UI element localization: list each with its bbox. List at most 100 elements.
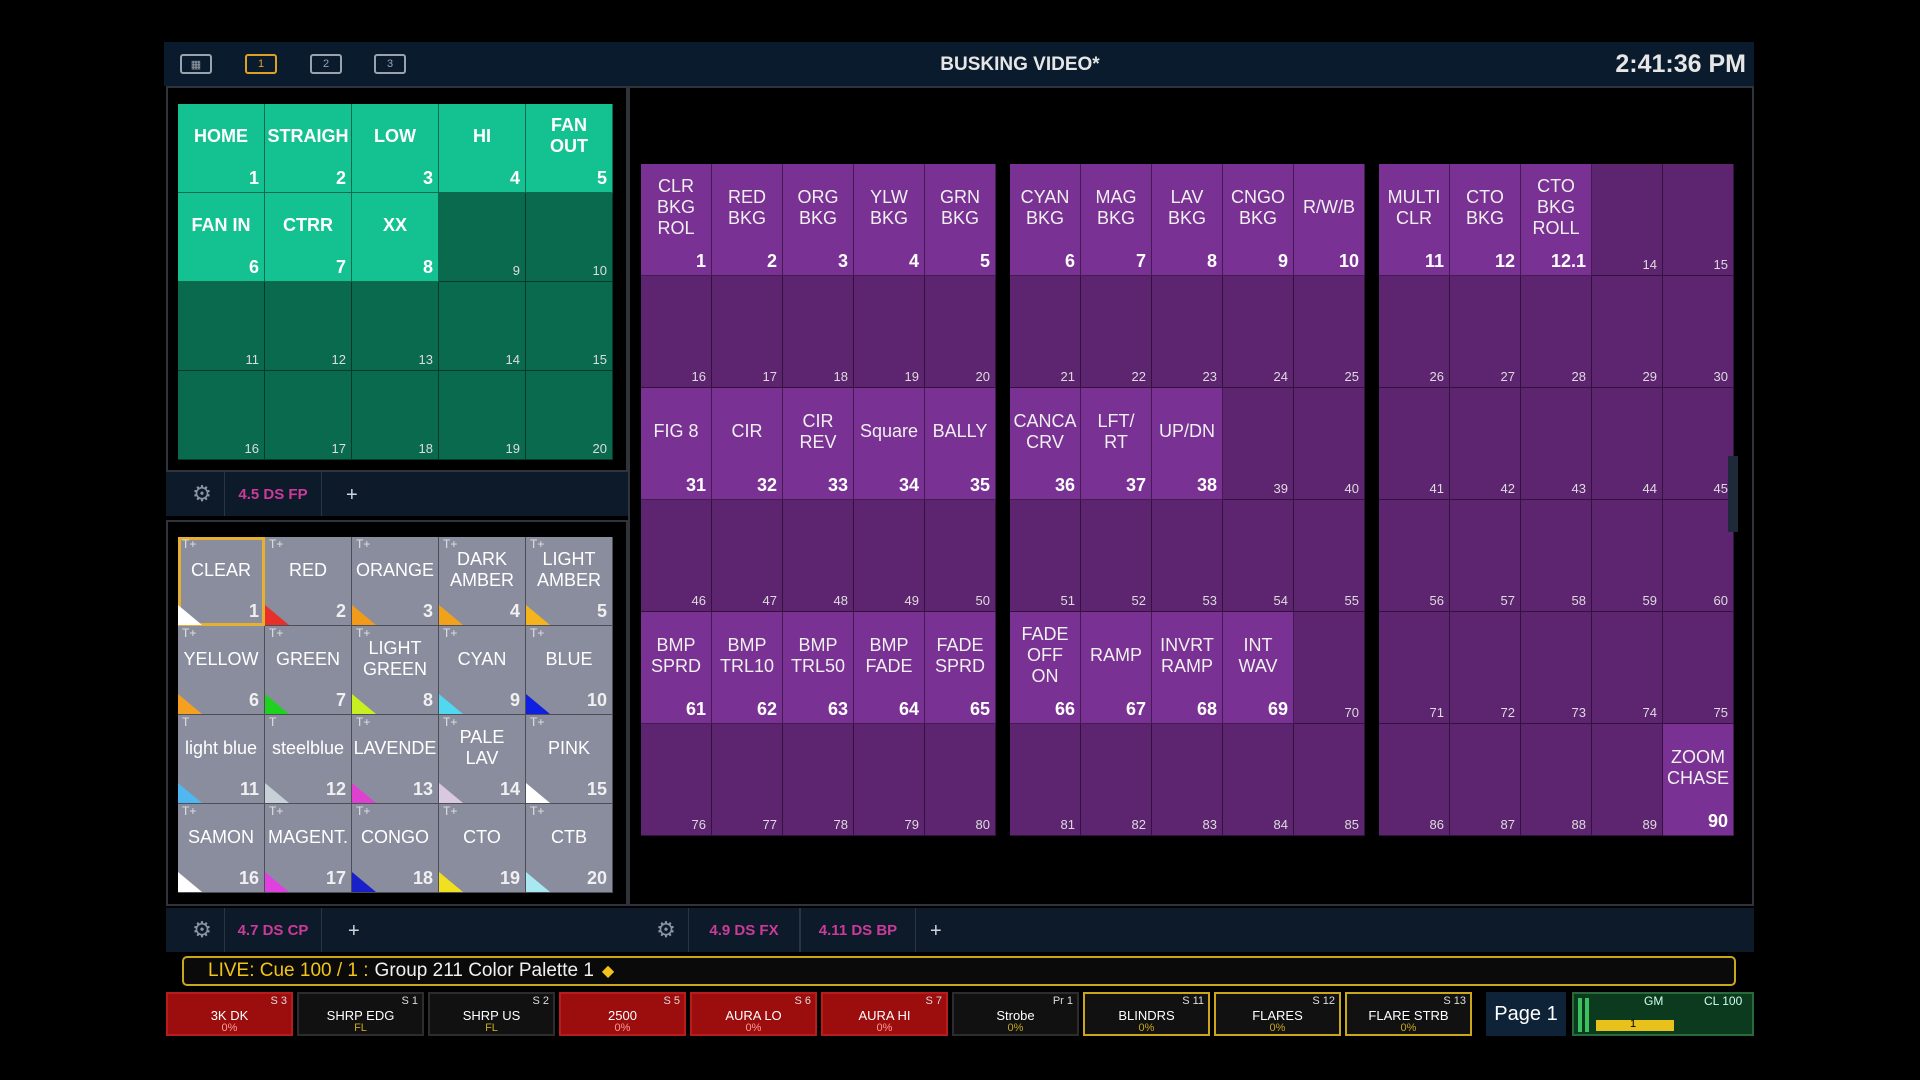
effect-tile[interactable]: 88 <box>1521 724 1592 836</box>
focus-palette-tile[interactable]: 10 <box>526 193 613 282</box>
submaster-fader[interactable]: S 1 SHRP EDG FL <box>297 992 424 1036</box>
effect-tile[interactable]: 18 <box>783 276 854 388</box>
effect-tile[interactable]: 80 <box>925 724 996 836</box>
effect-tile[interactable]: 22 <box>1081 276 1152 388</box>
focus-palette-tile[interactable]: CTRR 7 <box>265 193 352 282</box>
effect-tile[interactable]: BMP SPRD 61 <box>641 612 712 724</box>
color-palette-tile[interactable]: T+ SAMON 16 <box>178 804 265 893</box>
tab-beam-palettes[interactable]: 4.11 DS BP <box>800 908 916 952</box>
gear-icon[interactable]: ⚙ <box>652 916 680 944</box>
effect-tile[interactable]: 73 <box>1521 612 1592 724</box>
effect-tile[interactable]: 60 <box>1663 500 1734 612</box>
effect-tile[interactable]: INT WAV 69 <box>1223 612 1294 724</box>
tab-color-palettes[interactable]: 4.7 DS CP <box>224 908 322 952</box>
effect-tile[interactable]: 24 <box>1223 276 1294 388</box>
effect-tile[interactable]: 19 <box>854 276 925 388</box>
effect-tile[interactable]: MAG BKG 7 <box>1081 164 1152 276</box>
focus-palette-tile[interactable]: LOW 3 <box>352 104 439 193</box>
effect-tile[interactable]: 53 <box>1152 500 1223 612</box>
effect-tile[interactable]: CTO BKG ROLL 12.1 <box>1521 164 1592 276</box>
effect-tile[interactable]: 26 <box>1379 276 1450 388</box>
effect-tile[interactable]: 84 <box>1223 724 1294 836</box>
effect-tile[interactable]: R/W/B 10 <box>1294 164 1365 276</box>
tab-focus-palettes[interactable]: 4.5 DS FP <box>224 472 322 516</box>
effect-tile[interactable]: 77 <box>712 724 783 836</box>
effect-tile[interactable]: 81 <box>1010 724 1081 836</box>
focus-palette-tile[interactable]: HOME 1 <box>178 104 265 193</box>
effect-tile[interactable]: CIR 32 <box>712 388 783 500</box>
color-palette-tile[interactable]: T+ LIGHT AMBER 5 <box>526 537 613 626</box>
effect-tile[interactable]: 79 <box>854 724 925 836</box>
color-palette-tile[interactable]: T+ CONGO 18 <box>352 804 439 893</box>
effect-tile[interactable]: 52 <box>1081 500 1152 612</box>
effect-tile[interactable]: 83 <box>1152 724 1223 836</box>
effect-tile[interactable]: 20 <box>925 276 996 388</box>
effect-tile[interactable]: LAV BKG 8 <box>1152 164 1223 276</box>
submaster-fader[interactable]: S 7 AURA HI 0% <box>821 992 948 1036</box>
effect-tile[interactable]: 82 <box>1081 724 1152 836</box>
submaster-fader[interactable]: S 11 BLINDRS 0% <box>1083 992 1210 1036</box>
effect-tile[interactable]: MULTI CLR 11 <box>1379 164 1450 276</box>
submaster-fader[interactable]: S 13 FLARE STRB 0% <box>1345 992 1472 1036</box>
effect-tile[interactable]: 39 <box>1223 388 1294 500</box>
focus-palette-tile[interactable]: 13 <box>352 282 439 371</box>
submaster-fader[interactable]: Pr 1 Strobe 0% <box>952 992 1079 1036</box>
color-palette-tile[interactable]: T+ BLUE 10 <box>526 626 613 715</box>
add-tab-button[interactable]: + <box>348 920 360 943</box>
effect-tile[interactable]: 14 <box>1592 164 1663 276</box>
effect-tile[interactable]: 46 <box>641 500 712 612</box>
tab-effects[interactable]: 4.9 DS FX <box>688 908 800 952</box>
effect-tile[interactable]: 49 <box>854 500 925 612</box>
effect-tile[interactable]: UP/DN 38 <box>1152 388 1223 500</box>
layout-grid-icon[interactable]: ▦ <box>180 54 212 74</box>
effect-tile[interactable]: CYAN BKG 6 <box>1010 164 1081 276</box>
focus-palette-tile[interactable]: 16 <box>178 371 265 460</box>
focus-palette-tile[interactable]: FAN IN 6 <box>178 193 265 282</box>
workspace-tab-2[interactable]: 2 <box>310 54 342 74</box>
effect-tile[interactable]: 70 <box>1294 612 1365 724</box>
effect-tile[interactable]: FIG 8 31 <box>641 388 712 500</box>
color-palette-tile[interactable]: T+ DARK AMBER 4 <box>439 537 526 626</box>
effect-tile[interactable]: ZOOM CHASE 90 <box>1663 724 1734 836</box>
color-palette-tile[interactable]: Tlight blue 11 <box>178 715 265 804</box>
effect-tile[interactable]: RAMP 67 <box>1081 612 1152 724</box>
effect-tile[interactable]: LFT/ RT 37 <box>1081 388 1152 500</box>
color-palette-tile[interactable]: T+ CTO 19 <box>439 804 526 893</box>
effect-tile[interactable]: 51 <box>1010 500 1081 612</box>
submaster-fader[interactable]: S 5 2500 0% <box>559 992 686 1036</box>
effect-tile[interactable]: 28 <box>1521 276 1592 388</box>
focus-palette-tile[interactable]: STRAIGH 2 <box>265 104 352 193</box>
effect-tile[interactable]: 25 <box>1294 276 1365 388</box>
effect-tile[interactable]: 89 <box>1592 724 1663 836</box>
effect-tile[interactable]: 86 <box>1379 724 1450 836</box>
effect-tile[interactable]: 71 <box>1379 612 1450 724</box>
color-palette-tile[interactable]: T+ ORANGE 3 <box>352 537 439 626</box>
focus-palette-tile[interactable]: 12 <box>265 282 352 371</box>
effect-tile[interactable]: INVRT RAMP 68 <box>1152 612 1223 724</box>
page-button[interactable]: Page 1 <box>1486 992 1566 1036</box>
effect-tile[interactable]: 44 <box>1592 388 1663 500</box>
effect-tile[interactable]: 72 <box>1450 612 1521 724</box>
focus-palette-tile[interactable]: 20 <box>526 371 613 460</box>
color-palette-tile[interactable]: T+ LIGHT GREEN 8 <box>352 626 439 715</box>
focus-palette-tile[interactable]: 11 <box>178 282 265 371</box>
effect-tile[interactable]: 85 <box>1294 724 1365 836</box>
color-palette-tile[interactable]: T+ YELLOW 6 <box>178 626 265 715</box>
color-palette-tile[interactable]: T+ LAVENDE 13 <box>352 715 439 804</box>
gear-icon[interactable]: ⚙ <box>188 480 216 508</box>
focus-palette-tile[interactable]: XX 8 <box>352 193 439 282</box>
command-line[interactable]: LIVE: Cue 100 / 1 : Group 211 Color Pale… <box>182 956 1736 986</box>
gear-icon[interactable]: ⚙ <box>188 916 216 944</box>
effect-tile[interactable]: 56 <box>1379 500 1450 612</box>
effect-tile[interactable]: 27 <box>1450 276 1521 388</box>
effect-tile[interactable]: 59 <box>1592 500 1663 612</box>
effect-tile[interactable]: 45 <box>1663 388 1734 500</box>
effect-tile[interactable]: YLW BKG 4 <box>854 164 925 276</box>
effect-tile[interactable]: 30 <box>1663 276 1734 388</box>
effect-tile[interactable]: CLR BKG ROL 1 <box>641 164 712 276</box>
color-palette-tile[interactable]: T+ MAGENT. 17 <box>265 804 352 893</box>
effect-tile[interactable]: GRN BKG 5 <box>925 164 996 276</box>
effect-tile[interactable]: 58 <box>1521 500 1592 612</box>
effect-tile[interactable]: 50 <box>925 500 996 612</box>
focus-palette-tile[interactable]: HI 4 <box>439 104 526 193</box>
